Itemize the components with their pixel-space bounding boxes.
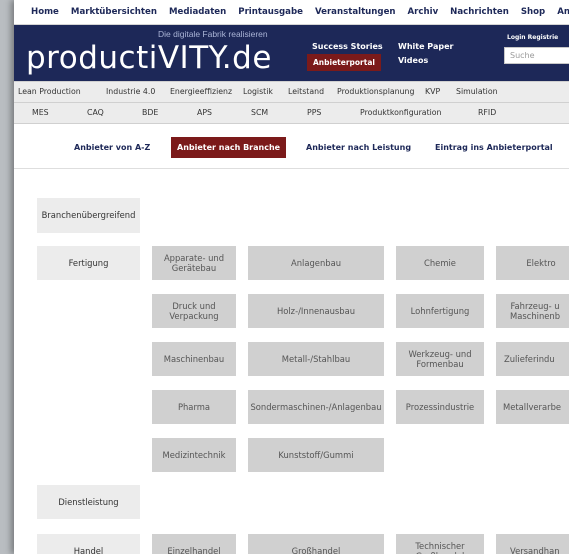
category-energieeffizienz[interactable]: Energieeffizienz: [170, 87, 232, 96]
branch-handel[interactable]: Handel: [37, 534, 140, 554]
branch-fertigung[interactable]: Fertigung: [37, 246, 140, 280]
nav-nachrichten[interactable]: Nachrichten: [450, 7, 509, 17]
subbranch-zulieferindustrie[interactable]: Zulieferindu: [496, 342, 569, 376]
videos-link[interactable]: Videos: [398, 56, 428, 65]
category-rfid[interactable]: RFID: [478, 108, 496, 117]
subbranch-versandhandel[interactable]: Versandhan: [496, 534, 569, 554]
subbranch-maschinenbau[interactable]: Maschinenbau: [152, 342, 236, 376]
subbranch-grosshandel[interactable]: Großhandel: [248, 534, 384, 554]
category-bde[interactable]: BDE: [142, 108, 158, 117]
login-register-link[interactable]: Login Registrie: [507, 34, 558, 41]
anbieterportal-button[interactable]: Anbieterportal: [307, 54, 381, 71]
search-input[interactable]: [504, 47, 569, 64]
subbranch-technischer-grosshandel[interactable]: Technischer Großhandel: [396, 534, 484, 554]
subbranch-druck-verpackung[interactable]: Druck und Verpackung: [152, 294, 236, 328]
subbranch-chemie[interactable]: Chemie: [396, 246, 484, 280]
category-logistik[interactable]: Logistik: [243, 87, 273, 96]
category-produktionsplanung[interactable]: Produktionsplanung: [337, 87, 414, 96]
page: Home Marktübersichten Mediadaten Printau…: [14, 0, 569, 554]
subbranch-werkzeug-formenbau[interactable]: Werkzeug- und Formenbau: [396, 342, 484, 376]
subbranch-einzelhandel[interactable]: Einzelhandel: [152, 534, 236, 554]
nav-shop[interactable]: Shop: [521, 7, 545, 17]
nav-anbieterportal[interactable]: Anbieterportal: [557, 7, 569, 17]
white-paper-link[interactable]: White Paper: [398, 42, 453, 51]
category-caq[interactable]: CAQ: [87, 108, 104, 117]
category-mes[interactable]: MES: [32, 108, 49, 117]
subbranch-fahrzeug-maschinenbau[interactable]: Fahrzeug- u Maschinenb: [496, 294, 569, 328]
portal-tabs: Anbieter von A-Z Anbieter nach Branche A…: [14, 124, 569, 168]
nav-veranstaltungen[interactable]: Veranstaltungen: [315, 7, 396, 17]
category-simulation[interactable]: Simulation: [456, 87, 498, 96]
category-leitstand[interactable]: Leitstand: [288, 87, 324, 96]
subbranch-medizintechnik[interactable]: Medizintechnik: [152, 438, 236, 472]
nav-archiv[interactable]: Archiv: [408, 7, 439, 17]
subbranch-elektro[interactable]: Elektro: [496, 246, 569, 280]
tagline: Die digitale Fabrik realisieren: [158, 29, 268, 39]
subbranch-lohnfertigung[interactable]: Lohnfertigung: [396, 294, 484, 328]
subbranch-holz-innenausbau[interactable]: Holz-/Innenausbau: [248, 294, 384, 328]
success-stories-link[interactable]: Success Stories: [312, 42, 383, 51]
category-industrie-4-0[interactable]: Industrie 4.0: [106, 87, 155, 96]
subbranch-sondermaschinen-anlagenbau[interactable]: Sondermaschinen-/Anlagenbau: [248, 390, 384, 424]
tab-anbieter-nach-leistung[interactable]: Anbieter nach Leistung: [306, 143, 411, 152]
subbranch-prozessindustrie[interactable]: Prozessindustrie: [396, 390, 484, 424]
nav-home[interactable]: Home: [31, 7, 59, 17]
subbranch-metallverarbeitung[interactable]: Metallverarbe: [496, 390, 569, 424]
category-lean-production[interactable]: Lean Production: [18, 87, 81, 96]
category-produktkonfiguration[interactable]: Produktkonfiguration: [360, 108, 442, 117]
tab-anbieter-nach-branche[interactable]: Anbieter nach Branche: [171, 137, 287, 158]
branch-branchenuebergreifend[interactable]: Branchenübergreifend: [37, 198, 140, 233]
branch-dienstleistung[interactable]: Dienstleistung: [37, 485, 140, 519]
subbranch-pharma[interactable]: Pharma: [152, 390, 236, 424]
subbranch-apparate-geraetebau[interactable]: Apparate- und Gerätebau: [152, 246, 236, 280]
branch-grid: Branchenübergreifend Fertigung Apparate-…: [14, 168, 569, 554]
subbranch-kunststoff-gummi[interactable]: Kunststoff/Gummi: [248, 438, 384, 472]
nav-marktuebersichten[interactable]: Marktübersichten: [71, 7, 157, 17]
nav-mediadaten[interactable]: Mediadaten: [169, 7, 226, 17]
tab-eintrag-anbieterportal[interactable]: Eintrag ins Anbieterportal: [435, 143, 553, 152]
category-aps[interactable]: APS: [197, 108, 212, 117]
subbranch-anlagenbau[interactable]: Anlagenbau: [248, 246, 384, 280]
top-navigation: Home Marktübersichten Mediadaten Printau…: [14, 0, 569, 25]
category-bar-secondary: MES CAQ BDE APS SCM PPS Produktkonfigura…: [14, 103, 569, 124]
category-pps[interactable]: PPS: [307, 108, 321, 117]
nav-printausgabe[interactable]: Printausgabe: [238, 7, 303, 17]
category-kvp[interactable]: KVP: [425, 87, 440, 96]
category-scm[interactable]: SCM: [251, 108, 268, 117]
tab-anbieter-a-z[interactable]: Anbieter von A-Z: [74, 143, 150, 152]
category-bar-primary: Lean Production Industrie 4.0 Energieeff…: [14, 81, 569, 103]
subbranch-metall-stahlbau[interactable]: Metall-/Stahlbau: [248, 342, 384, 376]
site-logo[interactable]: productiVITY.de: [26, 40, 272, 76]
site-header: Die digitale Fabrik realisieren producti…: [14, 25, 569, 81]
